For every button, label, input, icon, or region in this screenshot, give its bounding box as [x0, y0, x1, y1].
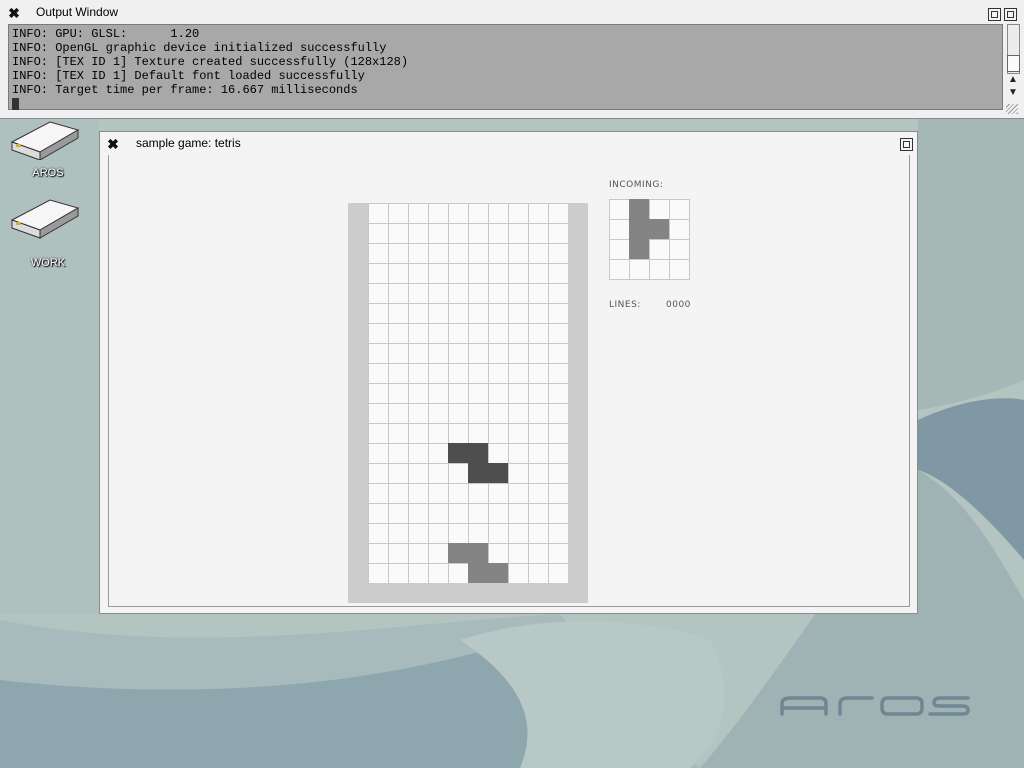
text-cursor: [12, 97, 19, 110]
active-piece-block: [488, 463, 508, 483]
scroll-down-icon[interactable]: ▼: [1007, 87, 1019, 99]
active-piece-block: [448, 443, 468, 463]
next-piece-block: [649, 219, 669, 239]
drive-icon[interactable]: [10, 198, 80, 242]
output-window: ✖ Output Window INFO: GPU: GLSL: 1.20 IN…: [0, 0, 1024, 119]
next-piece-block: [629, 199, 649, 219]
console-line: INFO: OpenGL graphic device initialized …: [12, 41, 387, 55]
landed-block: [448, 543, 468, 563]
tetris-board-frame: [348, 203, 588, 603]
game-canvas[interactable]: INCOMING: LINES: 0000: [108, 155, 910, 607]
scroll-up-icon[interactable]: ▲: [1007, 74, 1019, 86]
landed-block: [468, 543, 488, 563]
drive-icon[interactable]: [10, 116, 80, 160]
scrollbar-thumb[interactable]: [1007, 55, 1020, 72]
next-piece-preview: [609, 199, 690, 280]
lines-label: LINES:: [609, 300, 641, 310]
console-line: INFO: [TEX ID 1] Texture created success…: [12, 55, 409, 69]
console-line: INFO: GPU: GLSL: 1.20: [12, 27, 200, 41]
console-output[interactable]: INFO: GPU: GLSL: 1.20 INFO: OpenGL graph…: [8, 24, 1003, 110]
next-piece-block: [629, 239, 649, 259]
console-line: INFO: [TEX ID 1] Default font loaded suc…: [12, 69, 365, 83]
landed-block: [488, 563, 508, 583]
close-icon[interactable]: ✖: [106, 137, 120, 151]
console-line: INFO: Target time per frame: 16.667 mill…: [12, 83, 358, 97]
next-piece-block: [629, 219, 649, 239]
zoom-icon[interactable]: [1004, 8, 1017, 21]
aros-logo: [780, 696, 970, 716]
resize-grip[interactable]: [1006, 104, 1018, 114]
next-piece-label: INCOMING:: [609, 180, 664, 190]
output-window-title: Output Window: [36, 5, 119, 19]
depth-icon[interactable]: [988, 8, 1001, 21]
active-piece-block: [468, 443, 488, 463]
tetris-board: [368, 203, 568, 583]
landed-block: [468, 563, 488, 583]
active-piece-block: [468, 463, 488, 483]
game-window: ✖ sample game: tetris INCOMING: LINES: 0…: [99, 131, 918, 614]
output-window-titlebar[interactable]: ✖ Output Window: [0, 2, 1024, 22]
depth-icon[interactable]: [900, 138, 913, 151]
drive-label-work[interactable]: WORK: [8, 257, 88, 269]
drive-label-aros[interactable]: AROS: [8, 167, 88, 179]
vertical-scrollbar[interactable]: ▲ ▼: [1005, 24, 1021, 114]
lines-counter: 0000: [666, 300, 691, 310]
game-window-title: sample game: tetris: [136, 136, 241, 150]
close-icon[interactable]: ✖: [7, 6, 21, 20]
